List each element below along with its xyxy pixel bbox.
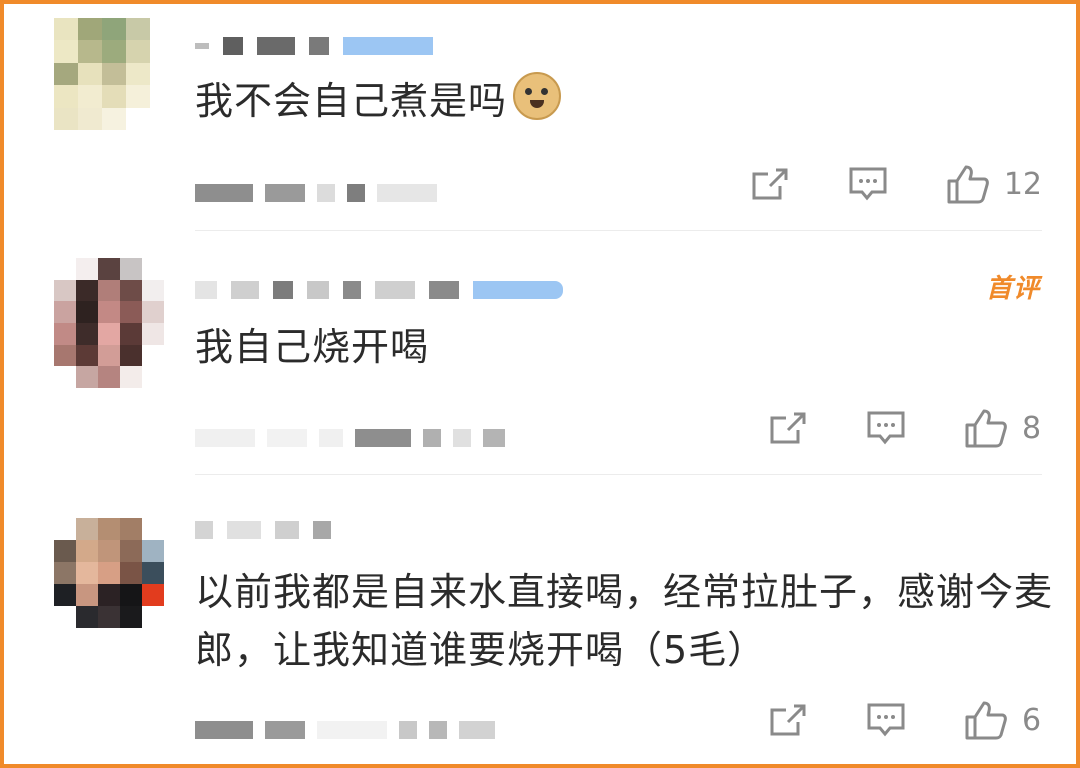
reply-button[interactable] xyxy=(866,410,906,446)
reply-button[interactable] xyxy=(866,702,906,738)
comment-text: 以前我都是自来水直接喝，经常拉肚子，感谢今麦郎，让我知道谁要烧开喝（5毛） xyxy=(195,570,1054,672)
share-button[interactable] xyxy=(768,410,808,446)
like-count: 8 xyxy=(1022,410,1042,446)
username-blurred[interactable] xyxy=(195,280,563,300)
avatar[interactable] xyxy=(54,18,150,130)
timestamp-blurred xyxy=(195,426,505,450)
comment-text: 我自己烧开喝 xyxy=(195,325,430,369)
comment-icon xyxy=(867,411,905,445)
doge-emoji-icon xyxy=(513,72,562,120)
first-comment-badge: 首评 xyxy=(985,274,1040,304)
reply-button[interactable] xyxy=(848,166,888,202)
thumb-up-icon xyxy=(965,409,1007,448)
timestamp-blurred xyxy=(195,718,495,742)
share-button[interactable] xyxy=(768,702,808,738)
avatar[interactable] xyxy=(54,518,164,628)
share-button[interactable] xyxy=(750,166,790,202)
like-count: 12 xyxy=(1003,166,1042,202)
divider xyxy=(195,474,1042,475)
like-button[interactable]: 8 xyxy=(964,408,1042,448)
comment-icon xyxy=(867,703,905,737)
thumb-up-icon xyxy=(965,701,1007,740)
share-icon xyxy=(770,412,806,444)
like-count: 6 xyxy=(1022,702,1042,738)
like-button[interactable]: 12 xyxy=(946,164,1042,204)
thumb-up-icon xyxy=(947,165,989,204)
like-button[interactable]: 6 xyxy=(964,700,1042,740)
share-icon xyxy=(770,704,806,736)
timestamp-blurred xyxy=(195,181,437,205)
comment-icon xyxy=(849,167,887,201)
divider xyxy=(195,230,1042,231)
share-icon xyxy=(752,168,788,200)
username-blurred[interactable] xyxy=(195,36,433,56)
username-blurred[interactable] xyxy=(195,520,331,540)
avatar[interactable] xyxy=(54,258,164,388)
comment-text: 我不会自己煮是吗 xyxy=(195,72,1055,130)
